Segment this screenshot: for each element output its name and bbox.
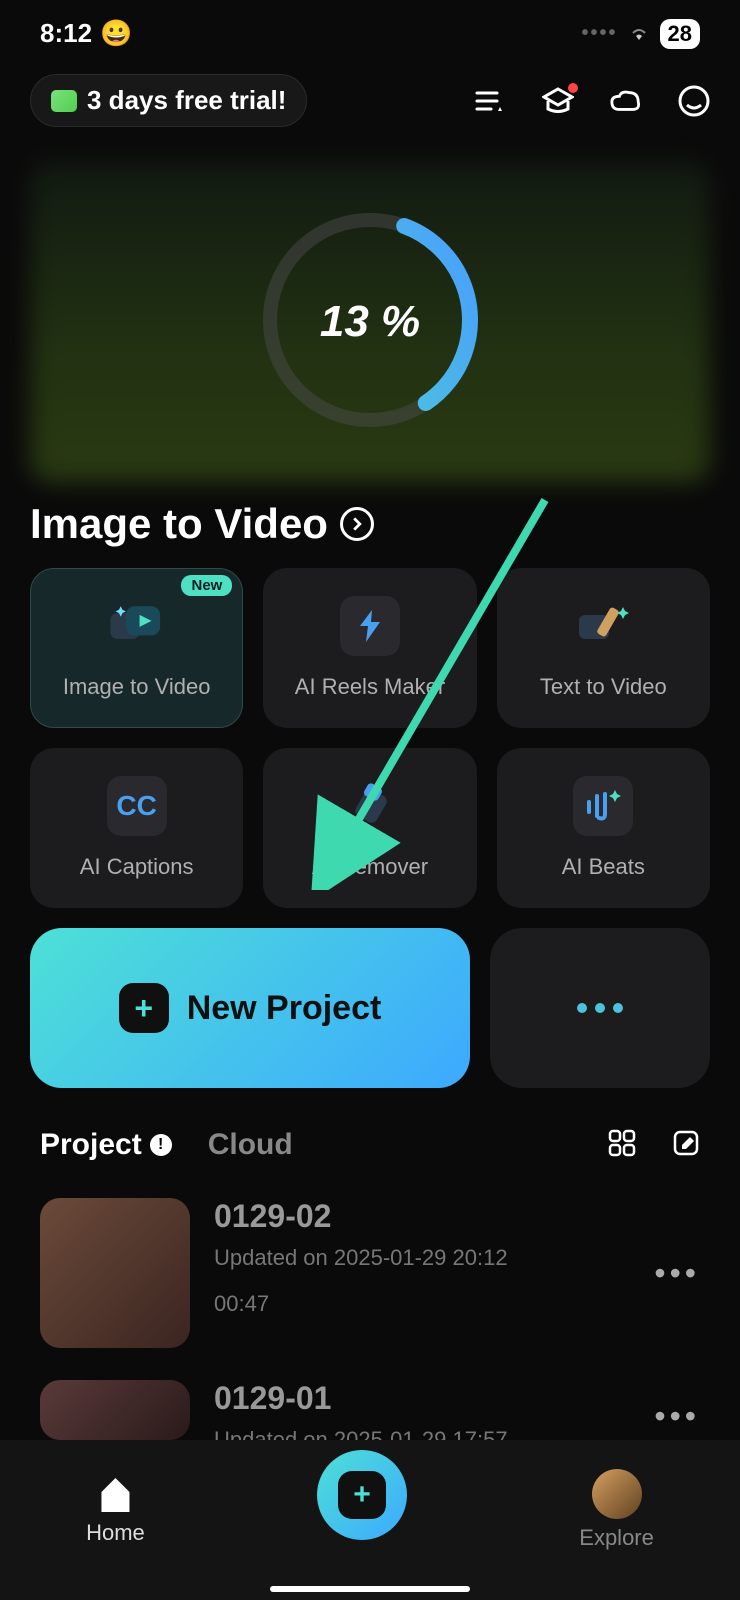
crown-icon	[51, 90, 77, 112]
list-sparkle-icon[interactable]	[474, 85, 506, 117]
new-project-button[interactable]: + New Project	[30, 928, 470, 1088]
eraser-icon	[340, 776, 400, 836]
tab-project[interactable]: Project !	[40, 1128, 172, 1162]
project-updated: Updated on 2025-01-29 20:12	[214, 1245, 630, 1271]
project-item[interactable]: 0129-02 Updated on 2025-01-29 20:12 00:4…	[40, 1182, 700, 1364]
tab-cloud-label: Cloud	[208, 1128, 293, 1162]
new-project-label: New Project	[187, 989, 382, 1028]
feature-ai-beats[interactable]: AI Beats	[497, 748, 710, 908]
project-name: 0129-02	[214, 1198, 630, 1235]
progress-card[interactable]: 13 %	[0, 152, 740, 492]
progress-percent: 13 %	[320, 297, 420, 347]
time-label: 8:12	[40, 18, 92, 49]
feature-label: AI Captions	[80, 854, 194, 880]
home-icon	[95, 1474, 135, 1514]
feature-text-to-video[interactable]: Text to Video	[497, 568, 710, 728]
nav-home-label: Home	[86, 1520, 145, 1546]
notification-dot-icon	[568, 83, 578, 93]
feature-label: AI Remover	[312, 854, 428, 880]
dots-icon	[577, 1003, 587, 1013]
trial-button[interactable]: 3 days free trial!	[30, 74, 307, 127]
feature-label: AI Beats	[562, 854, 645, 880]
nav-home[interactable]: Home	[86, 1474, 145, 1546]
edit-icon[interactable]	[672, 1129, 700, 1162]
more-button[interactable]	[490, 928, 710, 1088]
project-thumbnail	[40, 1380, 190, 1440]
music-icon	[573, 776, 633, 836]
tabs-row: Project ! Cloud	[0, 1108, 740, 1172]
feature-ai-reels-maker[interactable]: AI Reels Maker	[263, 568, 476, 728]
project-thumbnail	[40, 1198, 190, 1348]
wifi-icon	[628, 18, 650, 49]
feature-ai-remover[interactable]: AI Remover	[263, 748, 476, 908]
top-nav: 3 days free trial!	[0, 59, 740, 142]
fab-create[interactable]: +	[317, 1450, 407, 1540]
pencil-sparkle-icon	[573, 596, 633, 656]
feature-title-label: Image to Video	[30, 500, 328, 548]
chevron-right-icon	[340, 507, 374, 541]
trial-label: 3 days free trial!	[87, 85, 286, 116]
tab-cloud[interactable]: Cloud	[208, 1128, 293, 1162]
feature-title[interactable]: Image to Video	[0, 492, 740, 568]
cloud-icon[interactable]	[610, 85, 642, 117]
grid-view-icon[interactable]	[608, 1129, 636, 1162]
project-info: 0129-02 Updated on 2025-01-29 20:12 00:4…	[214, 1198, 630, 1317]
progress-ring: 13 %	[255, 205, 485, 440]
tabs-actions	[608, 1129, 700, 1162]
academy-icon[interactable]	[542, 85, 574, 117]
status-bar: 8:12 😀 •••• 28	[0, 0, 740, 59]
project-list: 0129-02 Updated on 2025-01-29 20:12 00:4…	[0, 1172, 740, 1479]
avatar-icon	[592, 1469, 642, 1519]
nav-explore-label: Explore	[579, 1525, 654, 1551]
tab-project-label: Project	[40, 1128, 142, 1162]
project-duration: 00:47	[214, 1291, 630, 1317]
action-row: + New Project	[0, 908, 740, 1108]
project-more-icon[interactable]: •••	[654, 1398, 700, 1435]
status-right: •••• 28	[582, 18, 701, 49]
plus-icon: +	[338, 1471, 386, 1519]
feature-label: AI Reels Maker	[295, 674, 445, 700]
home-indicator	[270, 1586, 470, 1592]
account-icon[interactable]	[678, 85, 710, 117]
feature-label: Image to Video	[63, 674, 211, 700]
plus-icon: +	[119, 983, 169, 1033]
status-time: 8:12 😀	[40, 18, 132, 49]
smiley-icon: 😀	[100, 18, 132, 49]
bottom-nav: Home + Explore	[0, 1440, 740, 1600]
project-name: 0129-01	[214, 1380, 630, 1417]
new-badge: New	[181, 575, 232, 596]
cc-icon: CC	[107, 776, 167, 836]
feature-ai-captions[interactable]: CC AI Captions	[30, 748, 243, 908]
info-badge-icon: !	[150, 1134, 172, 1156]
nav-icons	[474, 85, 710, 117]
feature-label: Text to Video	[540, 674, 667, 700]
nav-explore[interactable]: Explore	[579, 1469, 654, 1551]
signal-icon: ••••	[582, 22, 618, 45]
feature-image-to-video[interactable]: New Image to Video	[30, 568, 243, 728]
image-to-video-icon	[107, 596, 167, 656]
feature-grid: New Image to Video AI Reels Maker Text t…	[0, 568, 740, 908]
project-more-icon[interactable]: •••	[654, 1255, 700, 1292]
bolt-icon	[340, 596, 400, 656]
battery-badge: 28	[660, 19, 700, 49]
